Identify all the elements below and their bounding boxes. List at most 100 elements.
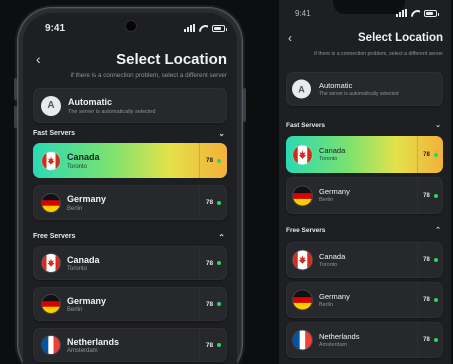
- server-item-free-canada[interactable]: Canada Toronto 78: [286, 242, 443, 278]
- germany-flag-icon: [41, 192, 61, 213]
- server-item-free-canada[interactable]: Canada Toronto 78: [33, 246, 227, 280]
- ping-value: 78: [205, 199, 214, 206]
- france-flag-icon: [292, 329, 313, 351]
- battery-icon: [424, 9, 439, 17]
- status-time: 9:41: [45, 23, 66, 34]
- ping-indicator: 78: [199, 328, 227, 362]
- chevron-up-icon[interactable]: ⌃: [435, 226, 441, 234]
- online-dot-icon: [433, 152, 438, 157]
- canada-flag-icon: [41, 150, 61, 171]
- volume-down-button: [14, 106, 17, 128]
- back-button[interactable]: ‹: [288, 31, 292, 45]
- server-city: Berlin: [319, 302, 334, 308]
- server-country: Canada: [319, 146, 346, 155]
- page-subtitle: if there is a connection problem, select…: [314, 51, 443, 57]
- online-dot-icon: [217, 200, 222, 205]
- server-item-free-germany[interactable]: Germany Berlin 78: [33, 287, 227, 321]
- free-servers-label: Free Servers: [286, 227, 326, 234]
- free-servers-label: Free Servers: [33, 233, 76, 240]
- fast-servers-label: Fast Servers: [33, 130, 76, 137]
- free-servers-header[interactable]: Free Servers ⌃: [286, 227, 443, 234]
- online-dot-icon: [433, 258, 438, 262]
- ping-indicator: 78: [199, 287, 227, 321]
- automatic-option[interactable]: A Automatic The server is automatically …: [286, 72, 443, 106]
- server-city: Amsterdam: [319, 342, 348, 348]
- server-item-fast-canada[interactable]: Canada Toronto 78: [33, 143, 227, 178]
- server-item-fast-germany[interactable]: Germany Berlin 78: [33, 185, 227, 220]
- ping-value: 78: [423, 192, 430, 199]
- server-city: Toronto: [319, 156, 338, 162]
- ping-value: 78: [423, 297, 430, 303]
- server-country: Germany: [67, 296, 107, 306]
- showcase: 9:41 ‹ Select Location if there is a con…: [0, 0, 453, 364]
- phone-frame: 9:41 ‹ Select Location if there is a con…: [14, 8, 246, 364]
- ping-value: 78: [205, 157, 214, 164]
- germany-flag-icon: [41, 294, 61, 314]
- page-title: Select Location: [358, 32, 443, 44]
- app-screen-flat: 9:41 ‹ Select Location if there is a con…: [279, 0, 451, 364]
- free-servers-header[interactable]: Free Servers ⌃: [33, 233, 227, 242]
- ping-indicator: 78: [417, 177, 443, 214]
- online-dot-icon: [217, 261, 222, 265]
- ping-indicator: 78: [199, 185, 227, 220]
- server-item-free-netherlands[interactable]: Netherlands Amsterdam 78: [286, 322, 443, 358]
- page-title: Select Location: [116, 51, 227, 68]
- ping-indicator: 78: [417, 282, 443, 318]
- online-dot-icon: [433, 338, 438, 342]
- ping-indicator: 78: [417, 242, 443, 278]
- server-city: Toronto: [67, 266, 88, 272]
- server-item-free-netherlands[interactable]: Netherlands Amsterdam 78: [33, 328, 227, 362]
- status-time: 9:41: [295, 9, 311, 18]
- server-item-free-germany[interactable]: Germany Berlin 78: [286, 282, 443, 318]
- automatic-option[interactable]: A Automatic The server is automatically …: [33, 88, 227, 123]
- ping-value: 78: [205, 300, 214, 308]
- battery-icon: [212, 24, 227, 32]
- chevron-down-icon[interactable]: ⌄: [218, 129, 225, 138]
- automatic-label: Automatic: [68, 97, 113, 107]
- online-dot-icon: [217, 158, 222, 163]
- ping-indicator: 78: [417, 136, 443, 173]
- server-city: Berlin: [319, 197, 334, 203]
- ping-indicator: 78: [199, 246, 227, 280]
- ping-value: 78: [423, 257, 430, 263]
- chevron-down-icon[interactable]: ⌄: [435, 121, 441, 129]
- automatic-description: The server is automatically selected: [68, 109, 156, 115]
- back-button[interactable]: ‹: [36, 51, 41, 67]
- automatic-label: Automatic: [319, 81, 353, 90]
- server-city: Berlin: [67, 206, 83, 212]
- app-screen: 9:41 ‹ Select Location if there is a con…: [23, 13, 237, 364]
- online-dot-icon: [433, 193, 438, 198]
- automatic-badge-icon: A: [292, 79, 311, 99]
- ping-value: 78: [423, 337, 430, 343]
- server-city: Amsterdam: [67, 348, 98, 354]
- ping-value: 78: [205, 259, 214, 267]
- online-dot-icon: [217, 343, 222, 347]
- chevron-up-icon[interactable]: ⌃: [218, 233, 225, 242]
- ping-indicator: 78: [417, 322, 443, 358]
- fast-servers-header[interactable]: Fast Servers ⌄: [286, 122, 443, 129]
- canada-flag-icon: [292, 144, 313, 165]
- ping-value: 78: [205, 341, 214, 349]
- online-dot-icon: [433, 298, 438, 302]
- ping-value: 78: [423, 151, 430, 158]
- france-flag-icon: [41, 335, 61, 355]
- canada-flag-icon: [292, 249, 313, 271]
- germany-flag-icon: [292, 185, 313, 206]
- server-item-fast-germany[interactable]: Germany Berlin 78: [286, 177, 443, 214]
- signal-icon: [184, 24, 195, 32]
- automatic-description: The server is automatically selected: [319, 91, 399, 97]
- server-city: Berlin: [67, 307, 83, 313]
- germany-flag-icon: [292, 289, 313, 311]
- canada-flag-icon: [41, 253, 61, 273]
- camera-punch-hole: [126, 21, 136, 31]
- server-item-fast-canada[interactable]: Canada Toronto 78: [286, 136, 443, 173]
- fast-servers-header[interactable]: Fast Servers ⌄: [33, 129, 227, 138]
- wifi-icon: [411, 9, 420, 17]
- server-country: Canada: [67, 152, 100, 162]
- fast-servers-label: Fast Servers: [286, 122, 326, 129]
- server-city: Toronto: [319, 262, 338, 268]
- signal-icon: [396, 9, 407, 17]
- server-country: Germany: [319, 292, 350, 301]
- server-country: Germany: [67, 194, 107, 204]
- server-country: Netherlands: [319, 332, 360, 341]
